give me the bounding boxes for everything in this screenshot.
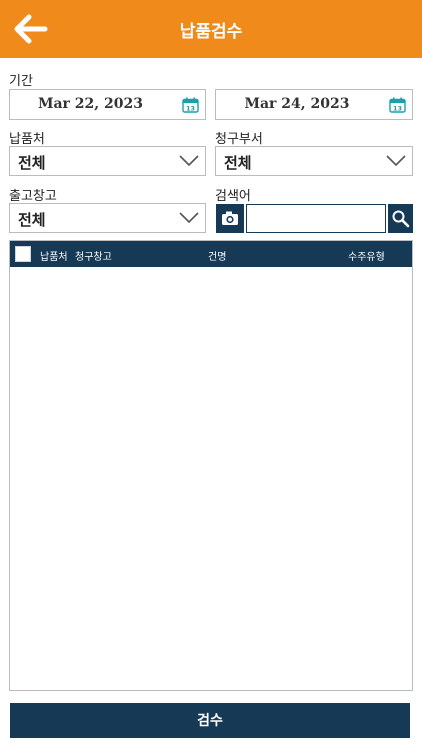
calendar-icon[interactable]: 13 (389, 97, 406, 113)
billing-dept-label: 청구부서 (215, 132, 263, 147)
warehouse-label: 출고창고 (9, 189, 57, 204)
inspection-list: 납품처 청구창고 건명 수주유형 (9, 240, 413, 691)
delivery-dest-select[interactable]: 전체 (9, 146, 206, 176)
column-header-order-type[interactable]: 수주유형 (348, 248, 385, 263)
app-header: 납품검수 (0, 0, 422, 58)
delivery-dest-value: 전체 (18, 154, 46, 172)
end-date-field[interactable]: Mar 24, 2023 13 (215, 89, 413, 120)
start-date-field[interactable]: Mar 22, 2023 13 (9, 89, 206, 120)
inspect-button[interactable]: 검수 (10, 703, 410, 738)
page-title: 납품검수 (179, 22, 243, 42)
search-button[interactable] (388, 204, 413, 233)
start-date-value: Mar 22, 2023 (37, 96, 143, 112)
column-header-billing-warehouse[interactable]: 청구창고 (75, 248, 112, 263)
search-input[interactable] (246, 204, 386, 233)
camera-scan-button[interactable] (216, 204, 244, 233)
billing-dept-select[interactable]: 전체 (215, 146, 413, 176)
search-icon (392, 210, 410, 228)
list-header: 납품처 청구창고 건명 수주유형 (10, 241, 412, 267)
camera-icon (222, 211, 238, 225)
calendar-icon[interactable]: 13 (182, 97, 199, 113)
search-label: 검색어 (215, 189, 251, 204)
period-label: 기간 (9, 74, 33, 89)
billing-dept-value: 전체 (224, 154, 252, 172)
column-header-delivery-dest[interactable]: 납품처 (40, 248, 68, 263)
end-date-value: Mar 24, 2023 (244, 96, 350, 112)
delivery-dest-label: 납품처 (9, 132, 45, 147)
select-all-checkbox[interactable] (15, 246, 31, 262)
chevron-down-icon (179, 212, 199, 224)
calendar-day-number: 13 (186, 104, 195, 112)
chevron-down-icon (386, 155, 406, 167)
chevron-down-icon (179, 155, 199, 167)
warehouse-value: 전체 (18, 211, 46, 229)
column-header-subject[interactable]: 건명 (208, 248, 226, 263)
warehouse-select[interactable]: 전체 (9, 203, 206, 233)
calendar-day-number: 13 (393, 104, 402, 112)
